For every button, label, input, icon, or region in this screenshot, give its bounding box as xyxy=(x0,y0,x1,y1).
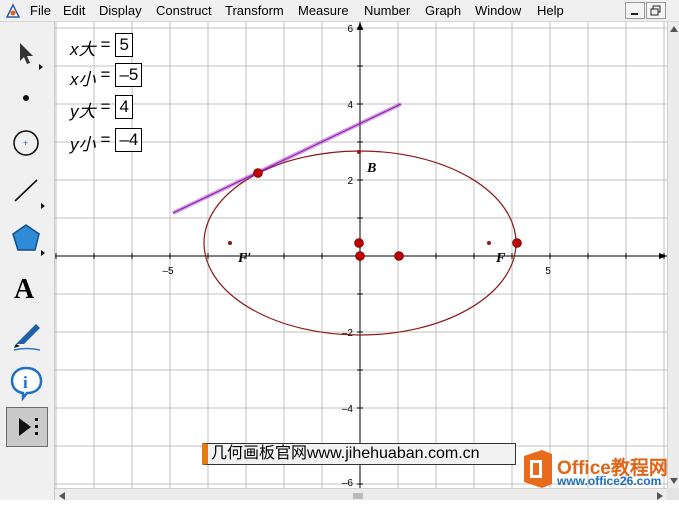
x-axis-arrow xyxy=(659,253,667,259)
focus-F[interactable] xyxy=(487,241,491,245)
menu-transform[interactable]: Transform xyxy=(225,3,284,18)
scroll-arrows-icon xyxy=(670,26,678,484)
y-tick-label-neg6: –6 xyxy=(342,478,354,488)
x-tick-label-5: 5 xyxy=(545,266,551,277)
menu-display[interactable]: Display xyxy=(99,3,142,18)
focus-F-prime[interactable] xyxy=(228,241,232,245)
equals-sign: = xyxy=(100,130,111,149)
param-label: x小 xyxy=(70,70,96,89)
y-tick-label-neg4: –4 xyxy=(342,404,354,415)
label-F: F xyxy=(495,251,506,266)
point-B[interactable] xyxy=(357,150,361,154)
line-segment-icon xyxy=(14,179,45,209)
point-center-upper[interactable] xyxy=(354,238,364,248)
custom-tool[interactable] xyxy=(6,407,48,447)
y-tick-label-neg2: –2 xyxy=(342,328,354,339)
y-tick-label-4: 4 xyxy=(347,100,353,111)
menu-graph[interactable]: Graph xyxy=(425,3,461,18)
minimize-icon xyxy=(631,13,638,15)
label-F-prime: F′ xyxy=(237,251,251,266)
tangent-point[interactable] xyxy=(253,168,263,178)
toolbox: + A i xyxy=(0,22,55,500)
info-bubble-icon: i xyxy=(10,366,43,402)
minimize-button[interactable] xyxy=(625,2,645,19)
param-value[interactable]: 4 xyxy=(115,95,133,119)
menu-number[interactable]: Number xyxy=(364,3,410,18)
text-tool-glyph: A xyxy=(14,274,35,305)
office-logo-icon xyxy=(524,450,552,488)
menu-edit[interactable]: Edit xyxy=(63,3,85,18)
sketch-canvas[interactable]: –5 5 6 4 2 –2 –4 –6 B F′ F xyxy=(55,22,667,488)
info-tool-glyph: i xyxy=(23,373,28,392)
menu-measure[interactable]: Measure xyxy=(298,3,349,18)
arrow-selection-tool[interactable] xyxy=(6,34,48,74)
information-tool[interactable]: i xyxy=(6,362,48,402)
menu-file[interactable]: File xyxy=(30,3,51,18)
text-a-icon: A xyxy=(14,274,35,305)
label-B: B xyxy=(366,161,376,176)
y-tick-label-2: 2 xyxy=(347,176,353,187)
menu-construct[interactable]: Construct xyxy=(156,3,212,18)
param-value[interactable]: 5 xyxy=(115,33,133,57)
point-vertex-right[interactable] xyxy=(512,238,522,248)
y-axis-arrow xyxy=(357,22,363,30)
marker-tool[interactable] xyxy=(6,314,48,354)
equals-sign: = xyxy=(100,35,111,54)
menu-window[interactable]: Window xyxy=(475,3,521,18)
restore-icon xyxy=(650,5,661,16)
restore-button[interactable] xyxy=(646,2,666,19)
equals-sign: = xyxy=(100,97,111,116)
compass-circle-icon: + xyxy=(13,130,39,156)
polygon-tool[interactable] xyxy=(6,218,48,258)
param-label: x大 xyxy=(70,40,96,59)
straightedge-tool[interactable] xyxy=(6,170,48,210)
menu-help[interactable]: Help xyxy=(537,3,564,18)
param-value[interactable]: –5 xyxy=(115,63,143,87)
horizontal-scrollbar[interactable] xyxy=(55,488,667,500)
arrow-icon xyxy=(20,43,43,70)
scrollbar-corner xyxy=(667,488,679,500)
x-tick-label-neg5: –5 xyxy=(162,266,174,277)
param-label: y小 xyxy=(70,135,96,154)
svg-text:+: + xyxy=(23,138,28,148)
point-origin[interactable] xyxy=(355,251,365,261)
menu-bar: File Edit Display Construct Transform Me… xyxy=(0,0,679,22)
custom-tools-icon xyxy=(19,418,38,436)
app-icon[interactable] xyxy=(5,3,21,19)
param-label: y大 xyxy=(70,102,96,121)
vertical-scrollbar[interactable] xyxy=(667,22,679,488)
point-tool[interactable] xyxy=(6,78,48,118)
compass-tool[interactable]: + xyxy=(6,123,48,163)
scroll-arrows-icon xyxy=(59,492,663,500)
y-tick-label-6: 6 xyxy=(347,24,353,35)
pentagon-icon xyxy=(12,224,45,256)
watermark-banner: 几何画板官网www.jihehuaban.com.cn xyxy=(202,443,516,465)
tangent-line[interactable] xyxy=(172,103,402,214)
point-on-x-axis[interactable] xyxy=(394,251,404,261)
office-logo-url: www.office26.com xyxy=(557,474,662,488)
point-icon xyxy=(23,95,29,101)
param-value[interactable]: –4 xyxy=(115,128,143,152)
coordinate-graph[interactable]: –5 5 6 4 2 –2 –4 –6 B F′ F xyxy=(55,22,667,488)
marker-pen-icon xyxy=(13,324,41,351)
text-tool[interactable]: A xyxy=(6,266,48,306)
equals-sign: = xyxy=(100,65,111,84)
